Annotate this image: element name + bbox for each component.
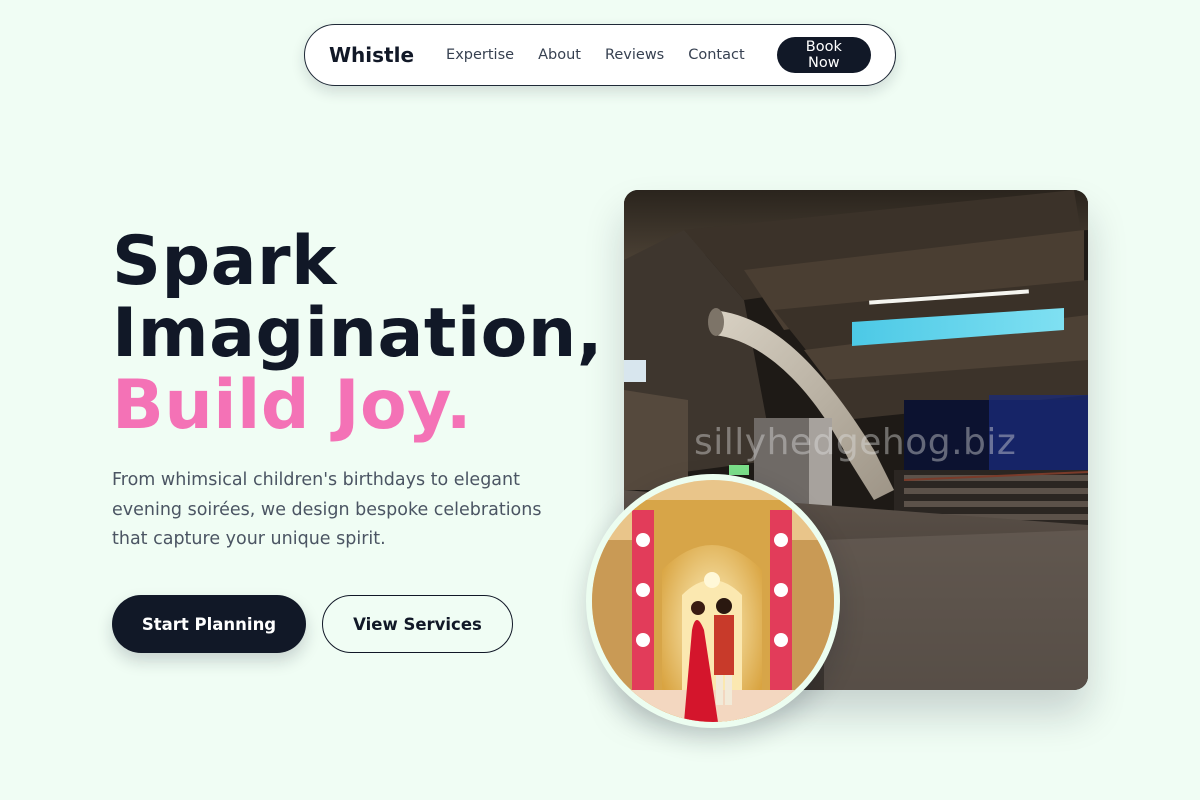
book-now-button[interactable]: Book Now — [776, 37, 871, 73]
hero-description: From whimsical children's birthdays to e… — [112, 470, 542, 549]
hero-title-line1: Spark — [112, 222, 337, 301]
view-services-button[interactable]: View Services — [322, 595, 513, 653]
wedding-couple-illustration — [592, 480, 834, 722]
nav-link-contact[interactable]: Contact — [688, 47, 744, 63]
hero-title-line2: Imagination, — [112, 294, 604, 373]
brand-logo[interactable]: Whistle — [329, 43, 414, 67]
nav-link-about[interactable]: About — [538, 47, 581, 63]
nav-links: Expertise About Reviews Contact — [446, 47, 745, 63]
hero-circle-image — [586, 474, 840, 728]
top-nav: Whistle Expertise About Reviews Contact … — [304, 24, 896, 86]
nav-link-expertise[interactable]: Expertise — [446, 47, 514, 63]
image-watermark: sillyhedgehog.biz — [694, 422, 1017, 463]
hero-title-accent: Build Joy. — [112, 366, 473, 445]
start-planning-button[interactable]: Start Planning — [112, 595, 306, 653]
nav-link-reviews[interactable]: Reviews — [605, 47, 664, 63]
hero-title: Spark Imagination, Build Joy. — [112, 226, 603, 442]
